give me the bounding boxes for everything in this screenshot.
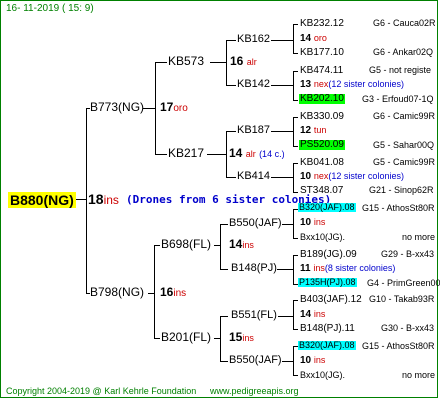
l4-id[interactable]: B148(PJ).11 (300, 324, 355, 334)
l4-id[interactable]: KB232.12 (300, 19, 344, 29)
l3-node-kb142[interactable]: KB142 (237, 79, 270, 90)
l1-gen-b798: 16ins (160, 285, 187, 299)
l4-info: G6 - Cauca02R (373, 18, 436, 28)
l4-info: G21 - Sinop62R (369, 185, 434, 195)
l4-gen: 14 oro (300, 33, 327, 44)
l4-info: G4 - PrimGreen00 (367, 278, 440, 288)
l4-info: G6 - Camic99R (373, 111, 436, 121)
l3-node-b551[interactable]: B551(FL) (231, 310, 277, 321)
l4-id[interactable]: KB202.10 (299, 94, 345, 104)
l4-gen: 14 ins (300, 309, 326, 320)
l4-id[interactable]: B320(JAF).08 (298, 203, 356, 212)
l4-info: G3 - Erfoud07-1Q (362, 94, 434, 104)
l3-node-b550[interactable]: B550(JAF) (229, 218, 282, 229)
l4-gen: 12 tun (300, 125, 327, 136)
l2-gen-kb573: 16 alr (230, 54, 257, 68)
footer-copyright: Copyright 2004-2019 @ Karl Kehrle Founda… (6, 386, 197, 396)
l4-gen: 10 nex(12 sister colonies) (300, 171, 404, 182)
l4-id[interactable]: B189(JG).09 (300, 250, 357, 260)
l3-node-kb414[interactable]: KB414 (237, 171, 270, 182)
l4-id[interactable]: B403(JAF).12 (300, 295, 362, 305)
l4-id[interactable]: P135H(PJ).08 (298, 278, 357, 287)
l4-id[interactable]: KB177.10 (300, 48, 344, 58)
l4-id[interactable]: PS520.09 (299, 140, 345, 150)
l3-node-b550-2[interactable]: B550(JAF) (229, 355, 282, 366)
l3-node-kb187[interactable]: KB187 (237, 125, 270, 136)
l2-node-kb217[interactable]: KB217 (168, 147, 204, 159)
l2-node-b698[interactable]: B698(FL) (161, 238, 211, 250)
l4-info: G29 - B-xx43 (381, 249, 435, 259)
l2-node-kb573[interactable]: KB573 (168, 55, 204, 67)
l4-info: G6 - Ankar02Q (373, 47, 434, 57)
l4-id[interactable]: KB041.08 (300, 158, 344, 168)
l4-id[interactable]: KB474.11 (300, 66, 343, 76)
l4-id[interactable]: Bxx10(JG). (300, 233, 345, 242)
l4-gen: 10 ins (300, 217, 326, 228)
l2-node-b201[interactable]: B201(FL) (161, 331, 211, 343)
root-gen: 18ins (88, 191, 119, 207)
l4-gen: 13 nex(12 sister colonies) (300, 79, 404, 90)
l4-info: G5 - Sahar00Q (373, 140, 435, 150)
l4-id[interactable]: ST348.07 (300, 186, 343, 196)
l2-gen-b201: 15ins (229, 330, 254, 344)
l3-node-kb162[interactable]: KB162 (237, 34, 270, 45)
l4-info: G15 - AthosSt80R (362, 203, 435, 213)
l4-info: G15 - AthosSt80R (362, 341, 435, 351)
l3-node-b148[interactable]: B148(PJ) (231, 263, 277, 274)
l2-gen-b698: 14ins (229, 237, 254, 251)
l1-node-b798[interactable]: B798(NG) (90, 286, 144, 298)
l4-id[interactable]: KB330.09 (300, 112, 344, 122)
l4-info: G10 - Takab93R (369, 294, 435, 304)
l4-info: G5 - Camic99R (373, 157, 436, 167)
l4-info: G5 - not registe (369, 65, 432, 75)
l4-info: G30 - B-xx43 (381, 323, 435, 333)
l4-id[interactable]: B320(JAF).08 (298, 341, 356, 350)
footer-site-link[interactable]: www.pedigreeapis.org (210, 387, 299, 396)
l4-info: no more (402, 232, 436, 242)
l4-id[interactable]: Bxx10(JG). (300, 371, 345, 380)
l4-info: no more (402, 370, 436, 380)
l2-gen-kb217: 14 alr (14 c.) (229, 146, 285, 160)
root-node[interactable]: B880(NG) (8, 192, 76, 208)
l4-gen: 11 ins(8 sister colonies) (300, 263, 396, 274)
l1-node-b773[interactable]: B773(NG) (90, 101, 144, 113)
l1-gen-b773: 17oro (160, 100, 188, 114)
l4-gen: 10 ins (300, 355, 326, 366)
date-stamp: 16- 11-2019 ( 15: 9) (6, 3, 94, 14)
